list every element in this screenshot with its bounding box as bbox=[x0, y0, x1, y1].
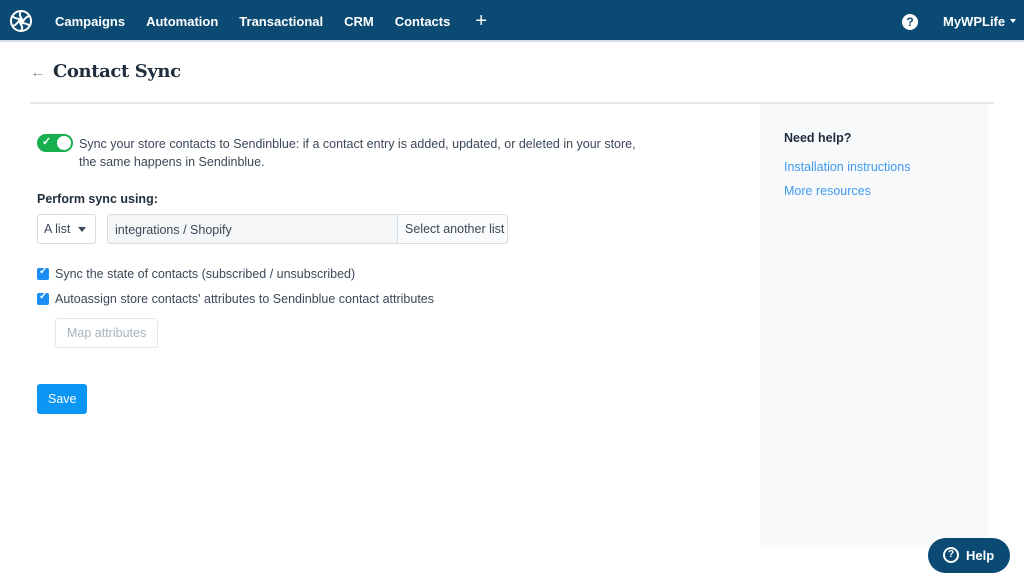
installation-instructions-link[interactable]: Installation instructions bbox=[784, 160, 910, 174]
add-icon[interactable]: + bbox=[475, 11, 487, 31]
check-icon: ✓ bbox=[39, 291, 48, 302]
toggle-knob bbox=[57, 136, 71, 150]
sync-description: Sync your store contacts to Sendinblue: … bbox=[79, 137, 636, 169]
sync-state-label: Sync the state of contacts (subscribed /… bbox=[55, 267, 356, 281]
nav-contacts[interactable]: Contacts bbox=[395, 14, 451, 29]
help-chat-button[interactable]: ? Help bbox=[928, 538, 1010, 573]
nav-crm[interactable]: CRM bbox=[344, 14, 374, 29]
main-nav: Campaigns Automation Transactional CRM C… bbox=[55, 0, 487, 42]
top-navigation-bar: Campaigns Automation Transactional CRM C… bbox=[0, 0, 1024, 42]
page-title: Contact Sync bbox=[53, 61, 181, 82]
nav-transactional[interactable]: Transactional bbox=[239, 14, 323, 29]
help-sidebar: Need help? Installation instructions Mor… bbox=[760, 104, 988, 547]
nav-campaigns[interactable]: Campaigns bbox=[55, 14, 125, 29]
sync-method-value: A list bbox=[44, 222, 71, 236]
account-menu[interactable]: MyWPLife bbox=[943, 14, 1017, 29]
help-label: Help bbox=[966, 548, 995, 563]
save-button[interactable]: Save bbox=[37, 384, 87, 414]
selected-list-field: integrations / Shopify bbox=[107, 214, 398, 244]
check-icon: ✓ bbox=[39, 266, 48, 277]
question-circle-icon: ? bbox=[943, 547, 959, 563]
caret-down-icon bbox=[1010, 18, 1017, 23]
back-arrow-icon[interactable]: ← bbox=[30, 64, 46, 82]
more-resources-link[interactable]: More resources bbox=[784, 184, 871, 198]
sync-state-checkbox[interactable]: ✓ bbox=[37, 266, 49, 280]
check-icon: ✓ bbox=[42, 136, 52, 148]
nav-automation[interactable]: Automation bbox=[146, 14, 218, 29]
map-attributes-button[interactable]: Map attributes bbox=[55, 318, 158, 348]
select-another-list-button[interactable]: Select another list bbox=[397, 214, 508, 244]
sync-toggle[interactable]: ✓ bbox=[37, 134, 73, 152]
caret-down-icon bbox=[78, 227, 86, 232]
page-header: ← Contact Sync bbox=[30, 60, 994, 104]
autoassign-attributes-label: Autoassign store contacts' attributes to… bbox=[55, 292, 434, 306]
sendinblue-logo-icon[interactable] bbox=[9, 9, 33, 33]
help-question-icon[interactable]: ? bbox=[902, 14, 918, 30]
account-name: MyWPLife bbox=[943, 14, 1006, 29]
autoassign-attributes-checkbox[interactable]: ✓ bbox=[37, 291, 49, 305]
sidebar-title: Need help? bbox=[784, 131, 852, 145]
perform-sync-label: Perform sync using: bbox=[37, 192, 158, 206]
sync-method-select[interactable]: A list bbox=[37, 214, 96, 244]
